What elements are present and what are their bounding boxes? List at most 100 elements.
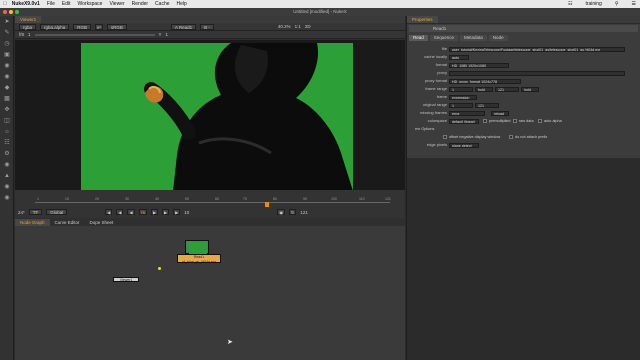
user-name[interactable]: training (585, 1, 601, 7)
views-icon[interactable]: ☼ (3, 129, 11, 136)
merge-icon[interactable]: ▩ (3, 96, 11, 103)
cache-dropdown[interactable]: auto (449, 54, 469, 60)
prev-keyframe-button[interactable]: ◀ (116, 209, 124, 215)
menu-workspace[interactable]: Workspace (78, 1, 103, 7)
viewer-canvas[interactable] (15, 40, 405, 198)
tab-node-graph[interactable]: Node Graph (15, 218, 50, 226)
auto-alpha-checkbox[interactable] (538, 119, 542, 123)
menu-file[interactable]: File (47, 1, 55, 7)
keyer-icon[interactable]: ◆ (3, 85, 11, 92)
loop-button[interactable]: ↻ (289, 209, 297, 215)
search-icon[interactable]: ⚲ (615, 1, 619, 7)
zoom-window-icon[interactable] (15, 10, 19, 14)
read-node-label[interactable]: Read1 pf_shot_gs_%04d.exr (177, 254, 221, 264)
view-mode[interactable]: 2D (305, 24, 311, 29)
colorspace-dropdown[interactable]: sRGB (106, 23, 127, 30)
format-dropdown[interactable]: HD_1080 1920x1080 (449, 62, 509, 68)
filter-icon[interactable]: ◉ (3, 74, 11, 81)
list-icon[interactable]: ☰ (632, 1, 636, 7)
a-input-dropdown[interactable]: A Read1 (170, 23, 197, 30)
display-mode-dropdown[interactable]: RGB (73, 23, 92, 30)
menu-cache[interactable]: Cache (155, 1, 169, 7)
tab-sequence[interactable]: Sequence (429, 35, 459, 41)
node-name[interactable]: Read1 (433, 26, 446, 31)
channel-icon[interactable]: ▣ (3, 52, 11, 59)
gain-slider[interactable] (34, 33, 155, 36)
draw-icon[interactable]: ✎ (3, 30, 11, 37)
ocula-icon[interactable]: ◉ (3, 184, 11, 191)
menu-viewer[interactable]: Viewer (109, 1, 124, 7)
edge-pixels-dropdown[interactable]: plane detect (449, 142, 479, 148)
zoom-fit-readout[interactable]: 40.2% (278, 24, 291, 29)
play-forward-button[interactable]: ▶ (150, 209, 159, 215)
reload-button[interactable]: reload (491, 110, 509, 116)
fps-readout[interactable]: 24* (18, 210, 25, 215)
raw-data-checkbox[interactable] (513, 119, 517, 123)
metadata-icon[interactable]: ☷ (3, 140, 11, 147)
original-range-row: original range 1 121 (407, 102, 639, 108)
dot-node[interactable] (158, 267, 161, 270)
exposure-value[interactable]: 1 (166, 32, 169, 37)
range-end-mode[interactable]: hold (521, 86, 539, 92)
boke-icon[interactable]: ◉ (3, 195, 11, 202)
apple-icon[interactable]:  (3, 1, 7, 7)
pixel-ratio-readout[interactable]: 1:1 (295, 24, 301, 29)
furnace-icon[interactable]: ▲ (3, 173, 11, 180)
orig-end-field[interactable]: 121 (475, 102, 499, 108)
global-range-dropdown[interactable]: Global (46, 209, 68, 215)
current-frame-field[interactable]: 76 (138, 209, 147, 215)
proxy-input[interactable] (449, 70, 625, 76)
colorspace-dropdown[interactable]: default (linear) (449, 118, 479, 124)
play-backward-button[interactable]: ◀ (127, 209, 135, 215)
3d-icon[interactable]: ◫ (3, 118, 11, 125)
tab-viewer1[interactable]: Viewer1 (15, 16, 42, 23)
minimize-window-icon[interactable] (9, 10, 13, 14)
tf-dropdown[interactable]: TF (28, 209, 43, 215)
no-prefix-checkbox[interactable] (509, 135, 513, 139)
other-icon[interactable]: ◉ (3, 162, 11, 169)
orig-start-field[interactable]: 1 (449, 102, 473, 108)
node-graph-panel[interactable]: Node Graph Curve Editor Dope Sheet Read1… (15, 218, 405, 360)
toolsets-icon[interactable]: ⚙ (3, 151, 11, 158)
tab-metadata[interactable]: Metadata (460, 35, 487, 41)
menu-help[interactable]: Help (177, 1, 187, 7)
menu-edit[interactable]: Edit (62, 1, 71, 7)
missing-frames-dropdown[interactable]: error (449, 110, 485, 116)
tab-read[interactable]: Read (409, 35, 428, 41)
playhead-marker[interactable] (265, 202, 269, 207)
pointer-icon[interactable]: ➤ (3, 19, 11, 26)
tab-dope-sheet[interactable]: Dope Sheet (85, 219, 119, 226)
menu-app-name[interactable]: NukeX9.0v1 (12, 1, 40, 7)
viewer-node[interactable]: Viewer1 (113, 277, 139, 282)
proxy-format-dropdown[interactable]: HD_proxy_format 1024x778 (449, 78, 521, 84)
channels-dropdown[interactable]: rgba (19, 23, 37, 30)
wifi-icon[interactable]: ☷ (568, 1, 572, 7)
close-window-icon[interactable] (3, 10, 7, 14)
tab-node[interactable]: Node (488, 35, 508, 41)
time-icon[interactable]: ◷ (3, 41, 11, 48)
viewer-controls-row-2: f/8 1 Y 1 (15, 31, 405, 39)
tab-properties[interactable]: Properties (407, 16, 438, 23)
read-node[interactable] (185, 240, 209, 254)
range-end-field[interactable]: 121 (495, 86, 519, 92)
menu-render[interactable]: Render (132, 1, 148, 7)
range-start-mode[interactable]: hold (475, 86, 493, 92)
transform-icon[interactable]: ✥ (3, 107, 11, 114)
frame-mode-dropdown[interactable]: expression (449, 94, 477, 100)
first-frame-button[interactable]: ◀ (105, 209, 113, 215)
premultiplied-checkbox[interactable] (483, 119, 487, 123)
end-frame-field[interactable]: 121 (300, 210, 308, 215)
gain-value[interactable]: 1 (28, 32, 31, 37)
ip-button[interactable]: IP (95, 23, 103, 30)
flipbook-button[interactable]: ▣ (277, 209, 285, 215)
tab-curve-editor[interactable]: Curve Editor (50, 219, 85, 226)
last-frame-button[interactable]: ▶ (173, 209, 181, 215)
increment-field[interactable]: 10 (184, 210, 189, 215)
range-start-field[interactable]: 1 (449, 86, 473, 92)
file-input[interactable]: user_tutorial/KeyingTelescope/Footage/te… (449, 46, 625, 52)
alpha-dropdown[interactable]: rgba.alpha (40, 23, 70, 30)
b-input-dropdown[interactable]: B - (200, 23, 214, 30)
offset-negative-checkbox[interactable] (443, 135, 447, 139)
color-icon[interactable]: ◉ (3, 63, 11, 70)
next-keyframe-button[interactable]: ▶ (162, 209, 170, 215)
